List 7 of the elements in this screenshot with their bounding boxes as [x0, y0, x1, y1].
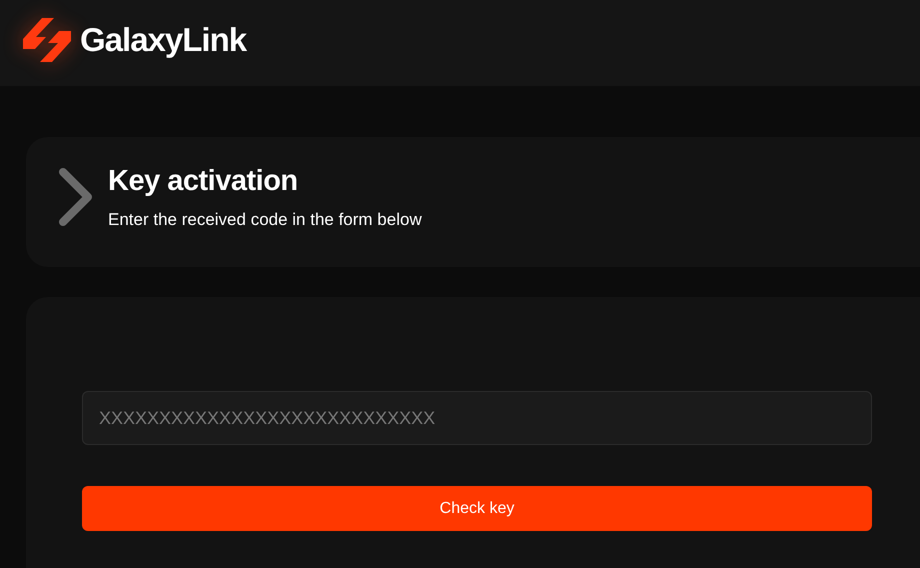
- brand-name: GalaxyLink: [80, 21, 246, 59]
- check-key-button[interactable]: Check key: [82, 486, 872, 531]
- key-input-field[interactable]: XXXXXXXXXXXXXXXXXXXXXXXXXXXX: [82, 391, 872, 445]
- chevron-right-icon: [58, 167, 94, 227]
- lightning-logo-icon: [22, 17, 72, 63]
- page-title: Key activation: [108, 164, 299, 198]
- page-subtitle: Enter the received code in the form below: [108, 210, 422, 230]
